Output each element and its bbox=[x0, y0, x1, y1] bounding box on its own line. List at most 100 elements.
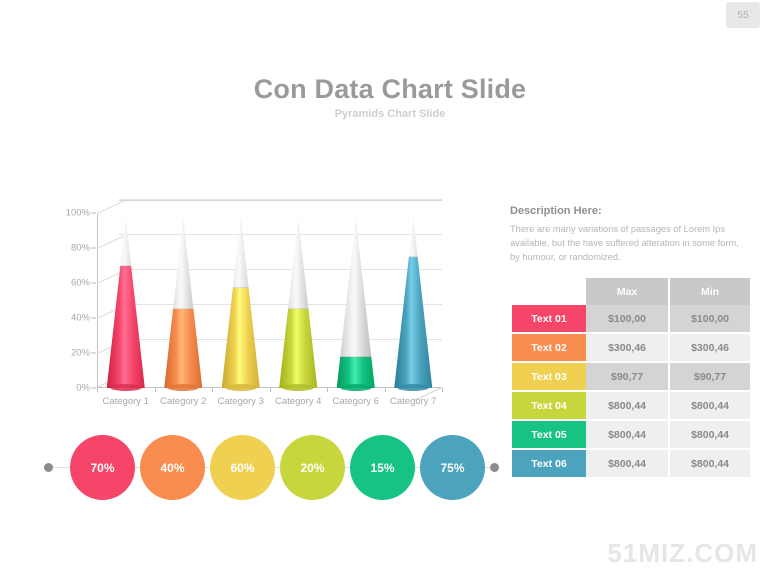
cone-fill bbox=[106, 265, 145, 388]
table-cell-max: $100,00 bbox=[586, 305, 671, 334]
table-column-header: Min bbox=[670, 278, 750, 305]
x-tick-mark bbox=[212, 388, 213, 392]
percentage-circle-label: 60% bbox=[230, 460, 255, 475]
y-tick-mark bbox=[91, 247, 96, 249]
x-tick-mark bbox=[327, 388, 328, 392]
y-axis bbox=[97, 213, 98, 388]
x-tick-mark bbox=[384, 388, 386, 392]
table-cell-min: $800,44 bbox=[670, 450, 750, 479]
table-row[interactable]: Text 01 $100,00 $100,00 bbox=[512, 305, 750, 334]
cone-fill-capline bbox=[336, 355, 375, 357]
y-tick-mark bbox=[91, 212, 96, 214]
cone-body bbox=[164, 218, 203, 388]
table-row-label: Text 04 bbox=[512, 392, 586, 421]
cone-base-ellipse bbox=[397, 384, 430, 391]
cone-fill-capline bbox=[164, 308, 203, 310]
table-cell-min: $90,77 bbox=[670, 363, 750, 392]
table-corner-cell bbox=[512, 278, 586, 305]
cone-bar bbox=[279, 218, 318, 391]
table-cell-max: $300,46 bbox=[586, 334, 671, 363]
page-title: Con Data Chart Slide bbox=[253, 74, 527, 104]
percentage-circle-row: 70% 40% 60% 20% 15% 75% bbox=[38, 435, 499, 500]
percentage-circle-label: 70% bbox=[90, 460, 115, 475]
table-row-label: Text 01 bbox=[512, 305, 586, 334]
percentage-circle[interactable]: 40% bbox=[140, 435, 205, 500]
table-cell-max: $800,44 bbox=[586, 421, 671, 450]
percentage-circle[interactable]: 60% bbox=[210, 435, 275, 500]
cone-base-ellipse bbox=[167, 384, 200, 391]
table-cell-min: $800,44 bbox=[670, 392, 750, 421]
table-row[interactable]: Text 06 $800,44 $800,44 bbox=[512, 450, 750, 479]
page-number: 55 bbox=[737, 9, 749, 21]
y-tick-mark bbox=[91, 387, 96, 389]
y-tick-mark bbox=[91, 352, 96, 354]
y-tick-mark bbox=[91, 282, 96, 284]
cone-bar bbox=[106, 218, 145, 391]
cone-fill bbox=[394, 256, 433, 388]
y-tick-label: 20% bbox=[70, 347, 90, 359]
table-cell-max: $800,44 bbox=[586, 450, 671, 479]
cone-base-ellipse bbox=[282, 384, 315, 391]
percentage-circle[interactable]: 15% bbox=[350, 435, 415, 500]
table-row[interactable]: Text 04 $800,44 $800,44 bbox=[512, 392, 750, 421]
floor-back-edge bbox=[119, 200, 442, 201]
gridline bbox=[119, 199, 442, 200]
cone-base-ellipse bbox=[109, 384, 142, 391]
cone-fill-capline bbox=[221, 287, 260, 289]
cone-body bbox=[106, 218, 145, 388]
y-tick-mark bbox=[91, 317, 96, 319]
cone-chart: 0% 20% 40% 60% 80% 100% Category 1 Category 2 Ca… bbox=[45, 199, 495, 420]
x-tick-mark bbox=[442, 388, 443, 392]
table-body: Text 01 $100,00 $100,00 Text 02 $300,46 $300,… bbox=[512, 305, 750, 479]
x-tick-mark bbox=[97, 388, 98, 392]
y-tick-label: 40% bbox=[70, 312, 90, 324]
table-row-label: Text 03 bbox=[512, 363, 586, 392]
percentage-circle-label: 15% bbox=[370, 460, 395, 475]
table-cell-max: $90,77 bbox=[586, 363, 671, 392]
cone-fill bbox=[164, 309, 203, 388]
chart-plot-area: 0% 20% 40% 60% 80% 100% Category 1 Category 2 Ca… bbox=[66, 199, 443, 407]
percentage-circle-label: 75% bbox=[440, 460, 465, 475]
percentage-circle[interactable]: 20% bbox=[280, 435, 345, 500]
watermark: 51MIZ.COM bbox=[607, 538, 758, 568]
cone-body bbox=[394, 218, 433, 388]
table-row-label: Text 05 bbox=[512, 421, 586, 450]
x-tick-mark bbox=[154, 388, 156, 392]
description-heading: Description Here: bbox=[510, 205, 602, 217]
cone-body bbox=[336, 218, 375, 388]
y-tick-label: 60% bbox=[70, 277, 90, 289]
cone-fill-capline bbox=[394, 255, 433, 257]
x-tick-mark bbox=[269, 388, 271, 392]
table-row[interactable]: Text 03 $90,77 $90,77 bbox=[512, 363, 750, 392]
cone-fill bbox=[221, 288, 260, 388]
y-tick-label: 0% bbox=[76, 382, 90, 394]
table-header-row: Max Min bbox=[512, 278, 750, 305]
table-cell-min: $300,46 bbox=[670, 334, 750, 363]
cone-base-ellipse bbox=[224, 384, 257, 391]
cone-bar bbox=[394, 218, 433, 391]
connector-endpoint-right bbox=[490, 463, 499, 472]
cone-body bbox=[221, 218, 260, 388]
table-row[interactable]: Text 05 $800,44 $800,44 bbox=[512, 421, 750, 450]
cone-bar bbox=[221, 218, 260, 391]
percentage-circle[interactable]: 70% bbox=[70, 435, 135, 500]
table-cell-min: $100,00 bbox=[670, 305, 750, 334]
cone-bar bbox=[164, 218, 203, 391]
cone-base-ellipse bbox=[339, 384, 372, 391]
cone-fill-capline bbox=[106, 264, 145, 266]
x-category-label: Category 7 bbox=[390, 396, 437, 407]
percentage-circle-label: 20% bbox=[300, 460, 325, 475]
page-subtitle: Pyramids Chart Slide bbox=[334, 108, 446, 120]
cone-body bbox=[279, 218, 318, 388]
cone-bar bbox=[336, 218, 375, 391]
table-column-header: Max bbox=[586, 278, 671, 305]
gridline-depth bbox=[96, 199, 126, 214]
y-tick-label: 80% bbox=[70, 242, 90, 254]
table-row-label: Text 02 bbox=[512, 334, 586, 363]
table-row-label: Text 06 bbox=[512, 450, 586, 479]
percentage-circle[interactable]: 75% bbox=[420, 435, 485, 500]
description-body: There are many variations of passages of… bbox=[510, 224, 739, 262]
table-cell-max: $800,44 bbox=[586, 392, 671, 421]
cone-fill-capline bbox=[279, 308, 318, 310]
table-row[interactable]: Text 02 $300,46 $300,46 bbox=[512, 334, 750, 363]
